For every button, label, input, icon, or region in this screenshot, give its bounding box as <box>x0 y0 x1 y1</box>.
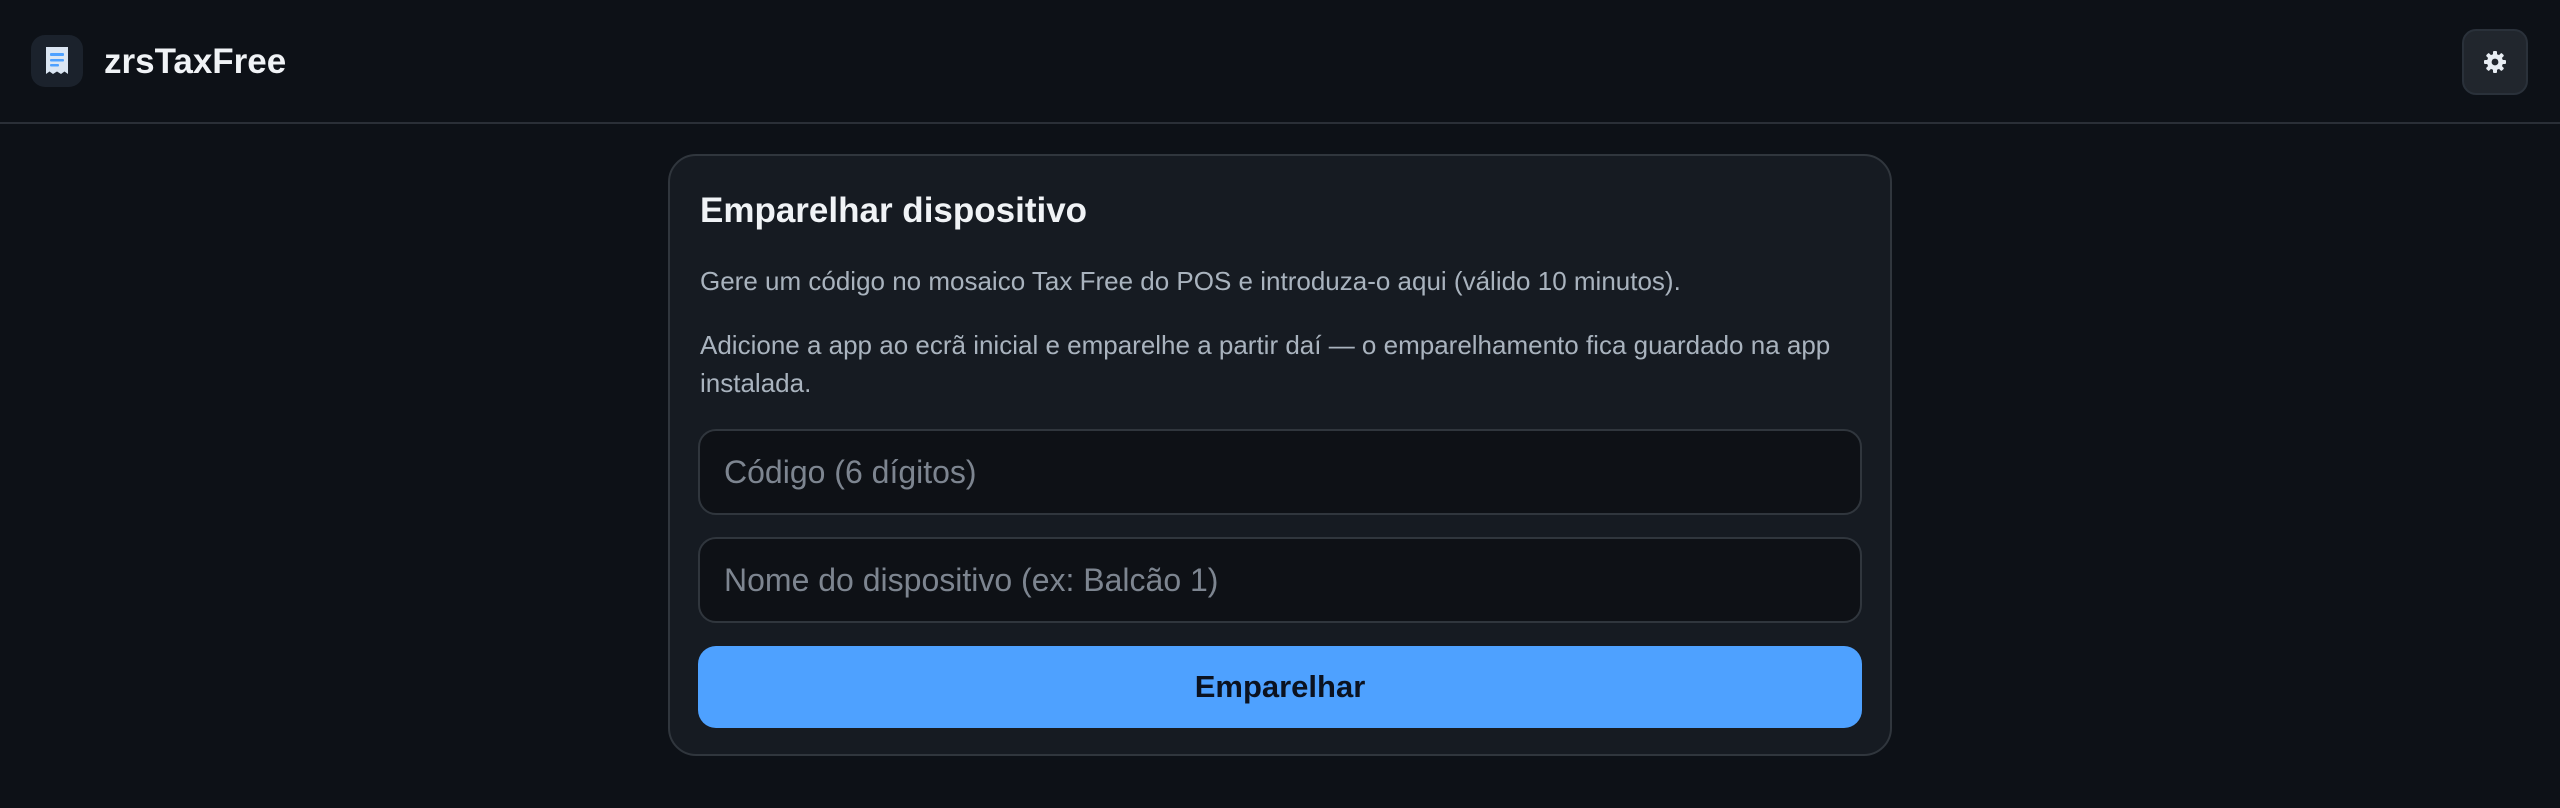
device-name-input[interactable] <box>698 537 1862 623</box>
pair-device-card: Emparelhar dispositivo Gere um código no… <box>668 154 1892 756</box>
card-title: Emparelhar dispositivo <box>700 191 1088 230</box>
receipt-icon <box>31 35 83 87</box>
pair-description: Gere um código no mosaico Tax Free do PO… <box>700 266 1681 296</box>
install-hint: Adicione a app ao ecrã inicial e emparel… <box>700 330 1831 398</box>
gear-icon <box>2484 51 2506 73</box>
settings-button[interactable] <box>2462 29 2528 95</box>
top-bar: zrsTaxFree <box>0 0 2560 124</box>
app-title: zrsTaxFree <box>104 42 287 81</box>
code-input[interactable] <box>698 429 1862 515</box>
pair-button[interactable]: Emparelhar <box>698 646 1862 728</box>
